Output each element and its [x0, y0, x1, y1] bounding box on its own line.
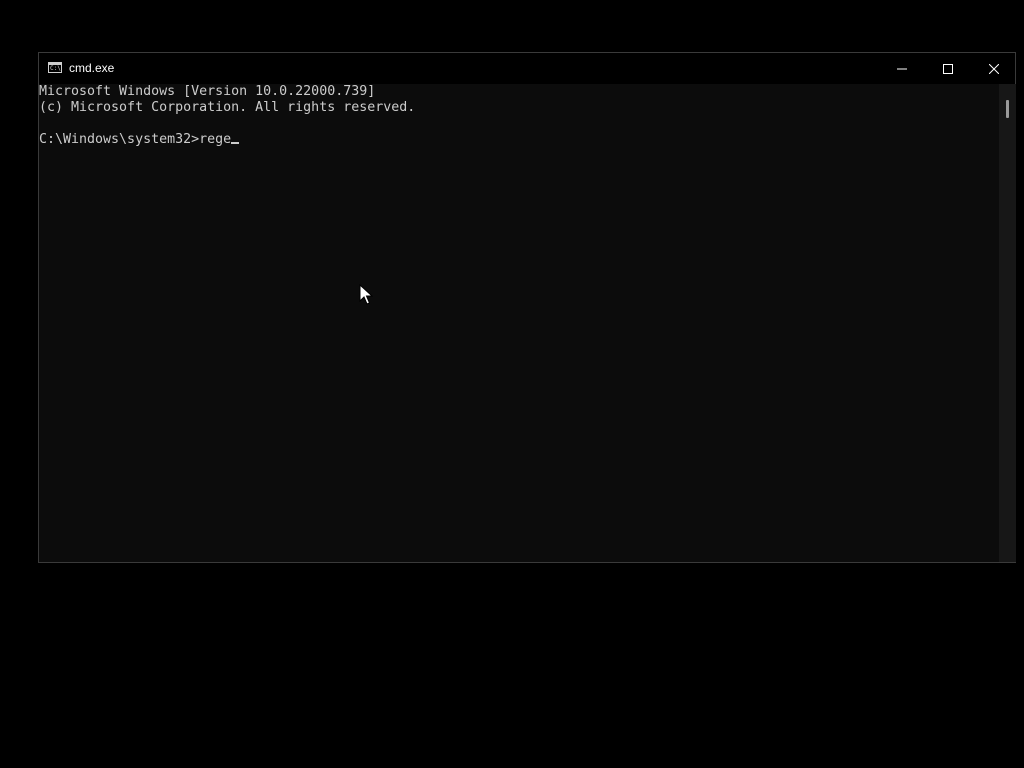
maximize-icon — [943, 63, 953, 74]
command-prompt-text: C:\Windows\system32>rege — [39, 132, 232, 147]
command-prompt-line[interactable]: C:\Windows\system32>rege — [39, 132, 240, 148]
close-icon — [989, 63, 999, 74]
minimize-icon — [897, 68, 907, 69]
title-bar[interactable]: C:\ cmd.exe — [39, 53, 1015, 84]
minimize-button[interactable] — [879, 53, 925, 84]
mouse-pointer-icon — [359, 283, 374, 310]
console-output[interactable]: Microsoft Windows [Version 10.0.22000.73… — [39, 84, 999, 562]
close-button[interactable] — [971, 53, 1017, 84]
scrollbar-thumb[interactable] — [1006, 100, 1009, 118]
maximize-button[interactable] — [925, 53, 971, 84]
cmd-window[interactable]: C:\ cmd.exe Microsoft Windows [Version 1… — [38, 52, 1016, 563]
text-cursor — [231, 142, 240, 144]
window-title: cmd.exe — [69, 61, 115, 75]
console-line: (c) Microsoft Corporation. All rights re… — [39, 100, 416, 115]
console-app-icon[interactable]: C:\ — [48, 62, 62, 73]
console-line: Microsoft Windows [Version 10.0.22000.73… — [39, 84, 376, 99]
vertical-scrollbar[interactable] — [999, 84, 1016, 562]
